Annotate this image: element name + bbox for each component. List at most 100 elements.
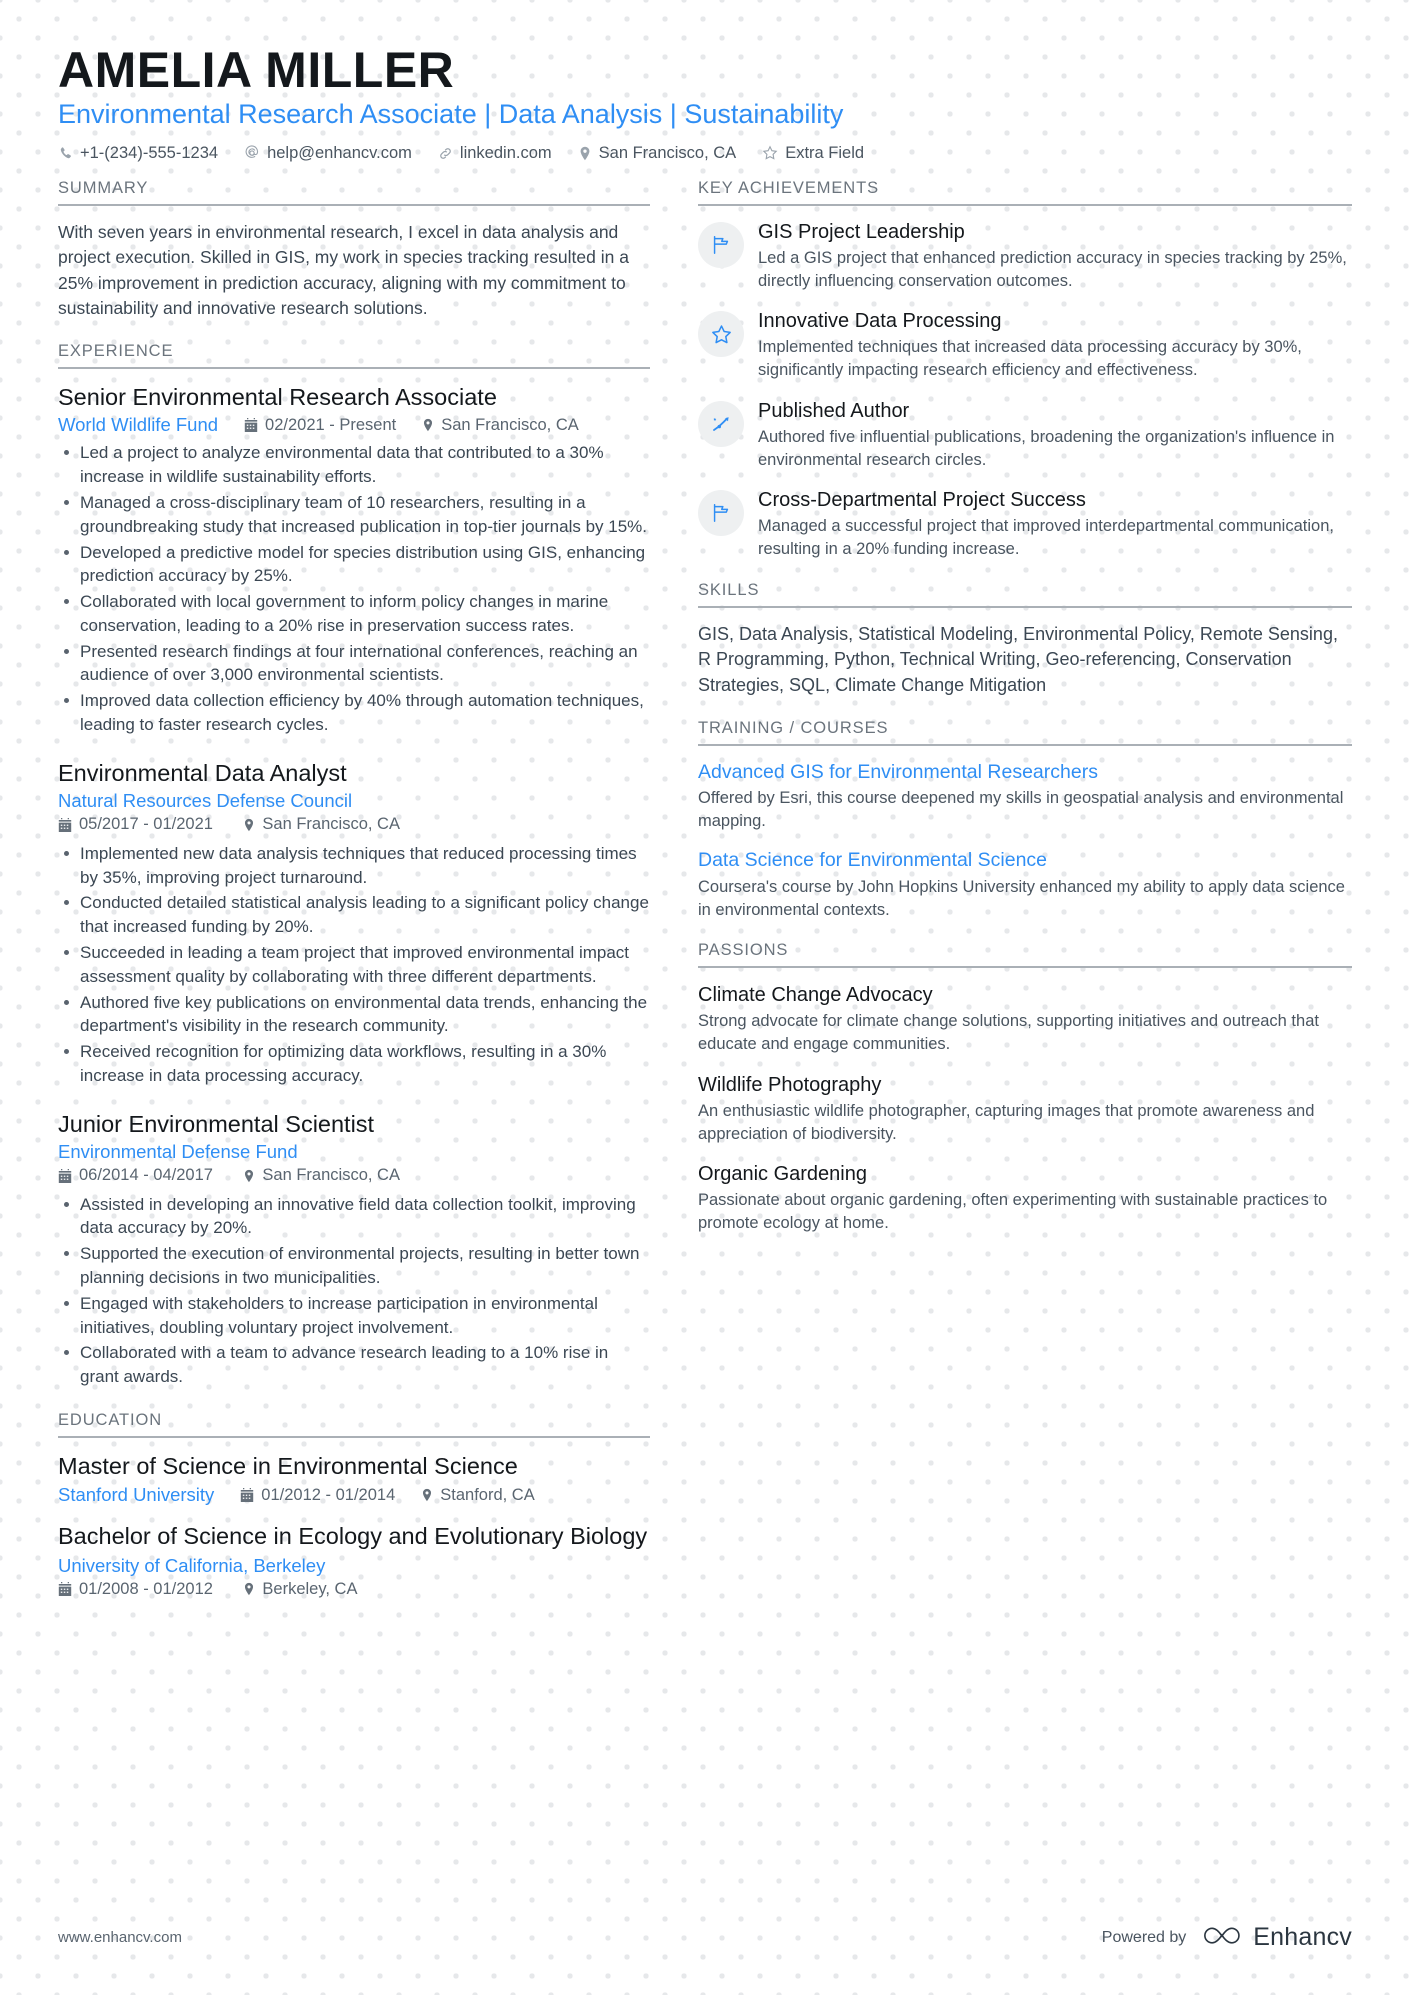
section-title-education: EDUCATION xyxy=(58,1410,163,1429)
degree-title: Master of Science in Environmental Scien… xyxy=(58,1452,518,1479)
bullet: Succeeded in leading a team project that… xyxy=(58,941,650,989)
job-meta: Natural Resources Defense Council 05/201… xyxy=(58,790,650,837)
achievement-text: Authored five influential publications, … xyxy=(758,427,1335,469)
education-location: Stanford, CA xyxy=(421,1486,535,1505)
education-entry: Master of Science in Environmental Scien… xyxy=(58,1452,650,1506)
section-divider xyxy=(698,743,1352,746)
job-location: San Francisco, CA xyxy=(422,416,579,435)
job-meta: Environmental Defense Fund 06/2014 - 04/… xyxy=(58,1141,650,1188)
passion-text: Strong advocate for climate change solut… xyxy=(698,1012,1319,1054)
bullet: Conducted detailed statistical analysis … xyxy=(58,891,650,939)
job-title: Environmental Data Analyst xyxy=(58,759,347,786)
job-location-text: San Francisco, CA xyxy=(262,815,400,834)
passion-text: Passionate about organic gardening, ofte… xyxy=(698,1191,1328,1233)
achievement-item: Cross-Departmental Project Success Manag… xyxy=(698,488,1352,561)
contact-phone[interactable]: +1-(234)-555-1234 xyxy=(58,144,218,163)
contact-email[interactable]: help@enhancv.com xyxy=(244,144,412,163)
section-divider xyxy=(58,203,650,206)
section-divider xyxy=(58,1435,650,1438)
job-dates: 06/2014 - 04/2017 xyxy=(58,1166,213,1185)
bullet: Collaborated with local government to in… xyxy=(58,590,650,638)
location-icon xyxy=(243,1169,255,1183)
achievement-item: GIS Project Leadership Led a GIS project… xyxy=(698,220,1352,293)
experience-entry: Environmental Data Analyst Natural Resou… xyxy=(58,759,650,1088)
education-meta: Stanford University 01/2012 - 01/2014 St… xyxy=(58,1484,650,1506)
job-meta: World Wildlife Fund 02/2021 - Present Sa… xyxy=(58,414,650,436)
school-name[interactable]: Stanford University xyxy=(58,1484,214,1506)
contact-list: +1-(234)-555-1234 help@enhancv.com linke… xyxy=(58,144,1352,163)
job-location-text: San Francisco, CA xyxy=(262,1166,400,1185)
passion-title: Climate Change Advocacy xyxy=(698,984,933,1007)
section-title-summary: SUMMARY xyxy=(58,178,149,197)
job-dates: 05/2017 - 01/2021 xyxy=(58,815,213,834)
course-title[interactable]: Advanced GIS for Environmental Researche… xyxy=(698,760,1352,785)
bullet: Engaged with stakeholders to increase pa… xyxy=(58,1292,650,1340)
achievement-item: Innovative Data Processing Implemented t… xyxy=(698,309,1352,382)
job-location: San Francisco, CA xyxy=(243,1166,400,1185)
section-title-achievements: KEY ACHIEVEMENTS xyxy=(698,178,879,197)
enhancv-wordmark: Enhancv xyxy=(1253,1923,1352,1951)
achievement-title: Cross-Departmental Project Success xyxy=(758,489,1086,512)
course-item: Data Science for Environmental Science C… xyxy=(698,848,1352,921)
resume-header: AMELIA MILLER Environmental Research Ass… xyxy=(58,44,1352,163)
job-title: Senior Environmental Research Associate xyxy=(58,383,497,410)
job-bullets: Led a project to analyze environmental d… xyxy=(58,441,650,737)
contact-linkedin[interactable]: linkedin.com xyxy=(438,144,552,163)
page-footer: www.enhancv.com Powered by Enhancv xyxy=(58,1922,1352,1953)
skills-text: GIS, Data Analysis, Statistical Modeling… xyxy=(698,623,1338,695)
contact-location: San Francisco, CA xyxy=(578,143,737,163)
bullet: Received recognition for optimizing data… xyxy=(58,1040,650,1088)
footer-url[interactable]: www.enhancv.com xyxy=(58,1929,182,1946)
trend-arrow-icon xyxy=(698,400,744,447)
passion-title: Organic Gardening xyxy=(698,1163,867,1186)
passion-title: Wildlife Photography xyxy=(698,1073,882,1096)
star-icon xyxy=(762,145,778,161)
job-company[interactable]: Environmental Defense Fund xyxy=(58,1141,624,1163)
job-dates-text: 05/2017 - 01/2021 xyxy=(79,815,213,834)
calendar-icon xyxy=(58,817,72,832)
enhancv-logo: Enhancv xyxy=(1200,1922,1352,1953)
resume-page: AMELIA MILLER Environmental Research Ass… xyxy=(0,0,1410,1995)
section-skills: SKILLS GIS, Data Analysis, Statistical M… xyxy=(698,581,1352,699)
education-meta: University of California, Berkeley 01/20… xyxy=(58,1555,650,1602)
job-bullets: Assisted in developing an innovative fie… xyxy=(58,1193,650,1389)
education-location-text: Berkeley, CA xyxy=(262,1579,358,1598)
headline: Environmental Research Associate | Data … xyxy=(58,99,844,129)
passion-item: Organic Gardening Passionate about organ… xyxy=(698,1161,1352,1235)
bullet: Implemented new data analysis techniques… xyxy=(58,842,650,890)
powered-by-label: Powered by xyxy=(1101,1928,1187,1946)
right-column: KEY ACHIEVEMENTS GIS Project Leadership … xyxy=(680,179,1352,1621)
contact-extra-field: Extra Field xyxy=(762,144,864,163)
education-dates-text: 01/2012 - 01/2014 xyxy=(261,1485,396,1504)
flag-icon xyxy=(698,221,744,268)
contact-extra-field-text: Extra Field xyxy=(785,143,865,162)
contact-location-text: San Francisco, CA xyxy=(598,143,737,162)
school-name[interactable]: University of California, Berkeley xyxy=(58,1555,624,1577)
calendar-icon xyxy=(240,1488,254,1503)
contact-linkedin-text: linkedin.com xyxy=(459,143,552,162)
location-icon xyxy=(422,418,434,432)
calendar-icon xyxy=(58,1168,72,1183)
achievement-title: Published Author xyxy=(758,399,910,422)
course-title[interactable]: Data Science for Environmental Science xyxy=(698,848,1352,873)
bullet: Managed a cross-disciplinary team of 10 … xyxy=(58,491,650,539)
section-divider xyxy=(698,203,1352,206)
section-education: EDUCATION Master of Science in Environme… xyxy=(58,1411,650,1601)
section-key-achievements: KEY ACHIEVEMENTS GIS Project Leadership … xyxy=(698,179,1352,561)
section-training-courses: TRAINING / COURSES Advanced GIS for Envi… xyxy=(698,719,1352,922)
section-title-experience: EXPERIENCE xyxy=(58,341,174,360)
job-company[interactable]: World Wildlife Fund xyxy=(58,414,218,436)
job-dates: 02/2021 - Present xyxy=(244,416,396,435)
bullet: Collaborated with a team to advance rese… xyxy=(58,1341,650,1389)
job-company[interactable]: Natural Resources Defense Council xyxy=(58,790,624,812)
achievement-text: Led a GIS project that enhanced predicti… xyxy=(758,248,1347,290)
degree-title: Bachelor of Science in Ecology and Evolu… xyxy=(58,1523,648,1550)
achievement-item: Published Author Authored five influenti… xyxy=(698,399,1352,472)
calendar-icon xyxy=(58,1582,72,1597)
achievement-text: Managed a successful project that improv… xyxy=(758,517,1334,559)
job-location-text: San Francisco, CA xyxy=(441,415,579,434)
achievement-title: Innovative Data Processing xyxy=(758,310,1002,333)
left-column: SUMMARY With seven years in environmenta… xyxy=(58,179,680,1621)
email-icon xyxy=(244,145,260,161)
bullet: Assisted in developing an innovative fie… xyxy=(58,1193,650,1241)
